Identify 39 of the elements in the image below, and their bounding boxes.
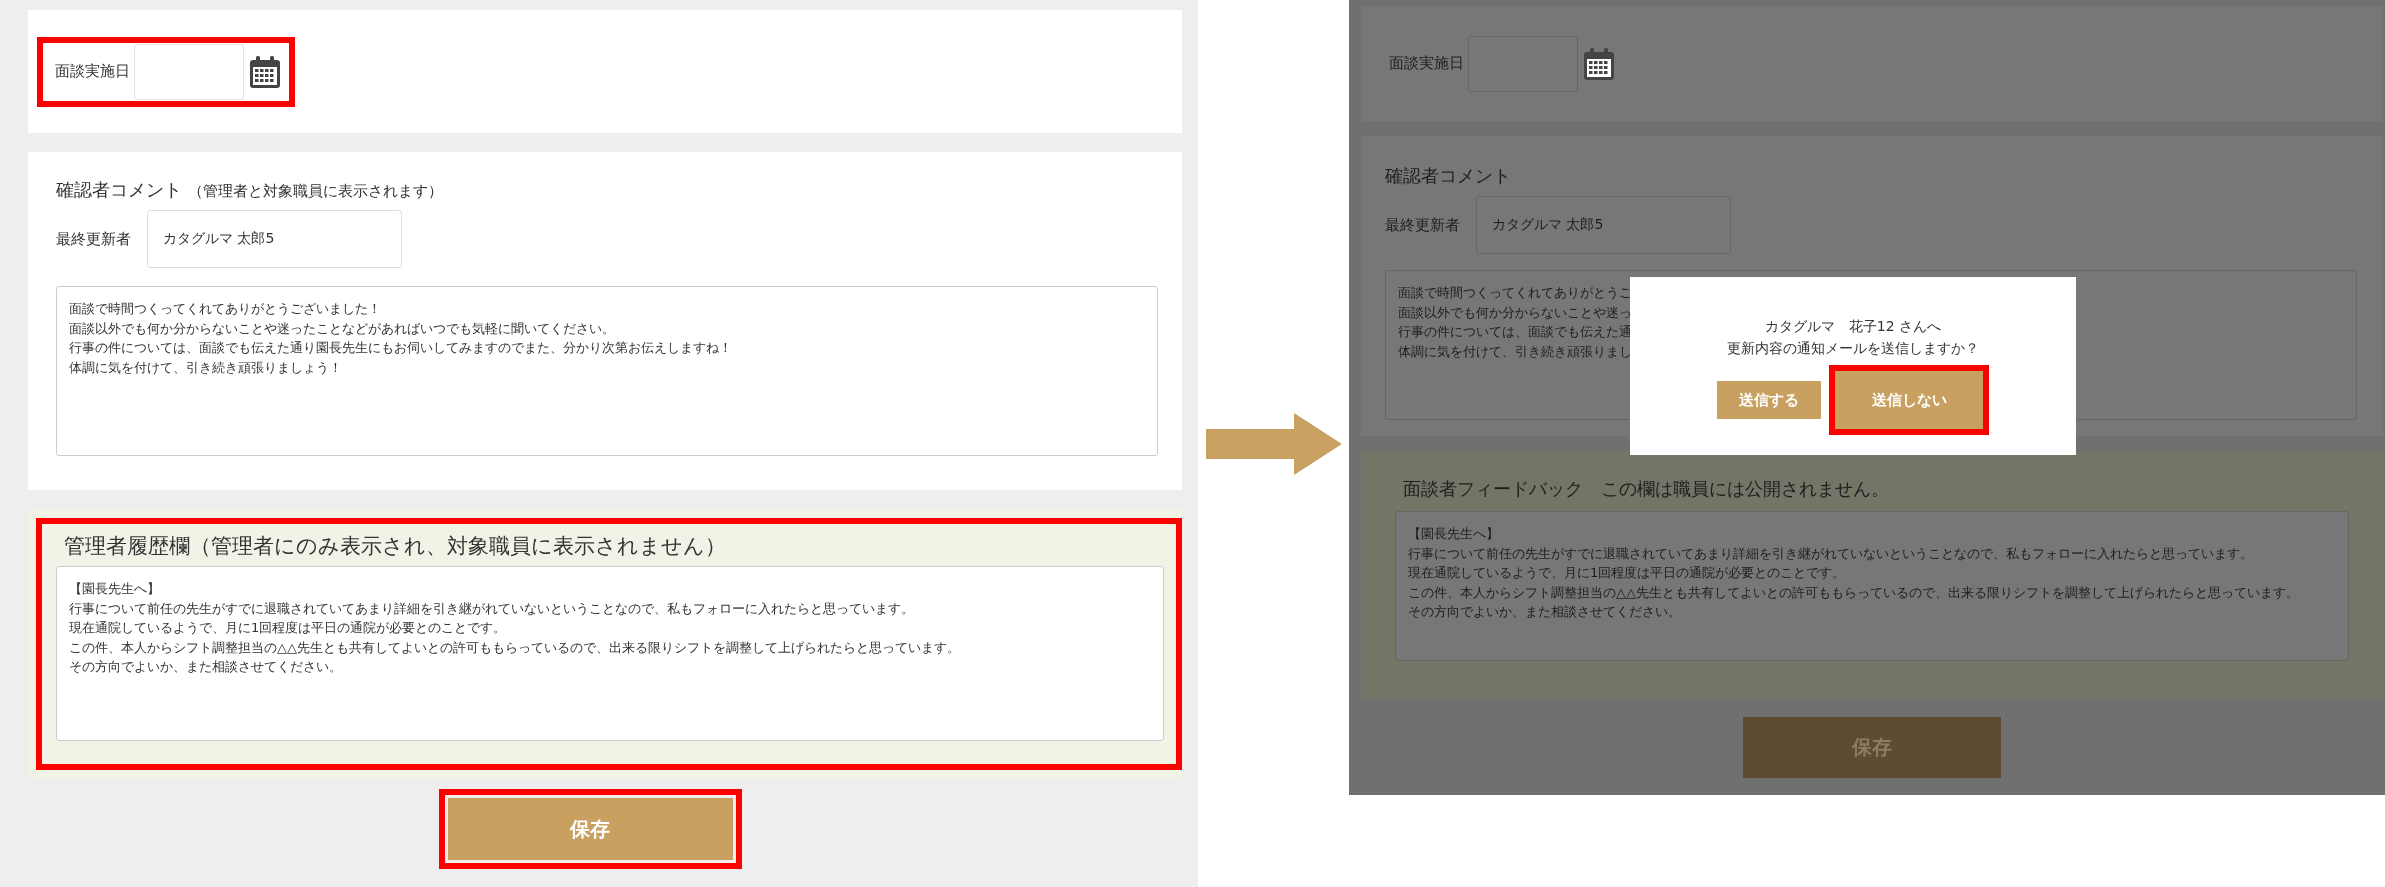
date-label: 面談実施日 (55, 62, 130, 81)
comment-line: 体調に気を付けて、引き続き頑張りまし (1398, 342, 1632, 361)
comment-line: 行事の件については、面談でも伝えた通 (1398, 323, 1632, 341)
history-line: 【園長先生へ】 (1408, 525, 1499, 543)
history-line: この件、本人からシフト調整担当の△△先生とも共有してよいとの許可ももらっているので、出来る限りシフトを調整して上げられたらと思っています。 (69, 638, 960, 657)
dialog-button[interactable]: 送信しない (1829, 365, 1989, 435)
section-title: 確認者コメント (1385, 164, 1511, 188)
date-label: 面談実施日 (1389, 54, 1464, 73)
dialog-message: 更新内容の通知メールを送信しますか？ (1727, 339, 1979, 358)
updater-field[interactable]: カタグルマ 太郎5 (147, 210, 402, 268)
comment-line: 面談以外でも何か分からないことや迷っ (1398, 303, 1632, 322)
comment-line: 面談で時間つくってくれてありがとうございました！ (69, 300, 381, 318)
updater-label: 最終更新者 (56, 229, 131, 249)
updater-field[interactable]: カタグルマ 太郎5 (1476, 196, 1731, 254)
history-line: 現在通院しているようで、月に1回程度は平日の通院が必要とのことです。 (69, 619, 507, 637)
history-line: 行事について前任の先生がすでに退職されていてあまり詳細を引き継がれていないということなので、私もフォローに入れたらと思っています。 (69, 599, 914, 618)
comment-line: 行事の件については、面談でも伝えた通り園長先生にもお伺いしてみますのでまた、分かり次第お伝えしますね！ (69, 339, 732, 357)
history-line: その方向でよいか、また相談させてください。 (1408, 603, 1681, 621)
section-title: 面談者フィードバック この欄は職員には公開されません。 (1402, 477, 1890, 501)
history-line: この件、本人からシフト調整担当の△△先生とも共有してよいとの許可ももらっているので、出来る限りシフトを調整して上げられたらと思っています。 (1408, 583, 2299, 602)
history-text-area[interactable]: 【園長先生へ】 行事について前任の先生がすでに退職されていてあまり詳細を引き継がれていないということなので、私もフォローに入れたらと思っています。 現在通院しているようで、月に1回程度は平日の通院が必要とのことです。 この件、本人からシフト調整担当の△△先生とも共有してよいとの許可ももらっているので、出来る限りシフトを調整して上げられたらと思っています。 その方向でよいか、また相談させてください。 (56, 566, 1164, 741)
calendar-icon[interactable] (249, 54, 281, 89)
history-line: 行事について前任の先生がすでに退職されていてあまり詳細を引き継がれていないということなので、私もフォローに入れたらと思っています。 (1408, 544, 2253, 563)
comment-text-area[interactable]: 面談で時間つくってくれてありがとうございました！ 面談以外でも何か分からないことや迷ったことなどがあればいつでも気軽に聞いてください。 行事の件については、面談でも伝えた通り園長先生にもお伺いしてみますのでまた、分かり次第お伝えしますね！ 体調に気を付けて、引き続き頑張りましょう！ (56, 286, 1158, 456)
history-text-area[interactable]: 【園長先生へ】 行事について前任の先生がすでに退職されていてあまり詳細を引き継がれていないということなので、私もフォローに入れたらと思っています。 現在通院しているようで、月に1回程度は平日の通院が必要とのことです。 この件、本人からシフト調整担当の△△先生とも共有してよいとの許可ももらっているので、出来る限りシフトを調整して上げられたらと思っています。 その方向でよいか、また相談させてください。 (1395, 511, 2349, 661)
section-title: 管理者履歴欄（管理者にのみ表示され、対象職員に表示されません） (63, 533, 727, 560)
comment-line: 体調に気を付けて、引き続き頑張りましょう！ (69, 358, 342, 377)
dialog-button[interactable]: 送信する (1717, 381, 1821, 419)
updater-label: 最終更新者 (1385, 215, 1460, 235)
calendar-icon[interactable] (1583, 46, 1615, 81)
save-button[interactable]: 保存 (438, 789, 742, 869)
comment-line: 面談以外でも何か分からないことや迷ったことなどがあればいつでも気軽に聞いてください。 (69, 319, 615, 338)
dialog-recipient: カタグルマ 花子12 さんへ (1764, 317, 1942, 336)
right-arrow-icon (1205, 412, 1342, 475)
section-title: 確認者コメント (56, 178, 182, 202)
history-line: その方向でよいか、また相談させてください。 (69, 658, 342, 676)
history-line: 【園長先生へ】 (69, 580, 160, 598)
section-note: （管理者と対象職員に表示されます） (188, 182, 443, 201)
history-line: 現在通院しているようで、月に1回程度は平日の通院が必要とのことです。 (1408, 564, 1846, 582)
